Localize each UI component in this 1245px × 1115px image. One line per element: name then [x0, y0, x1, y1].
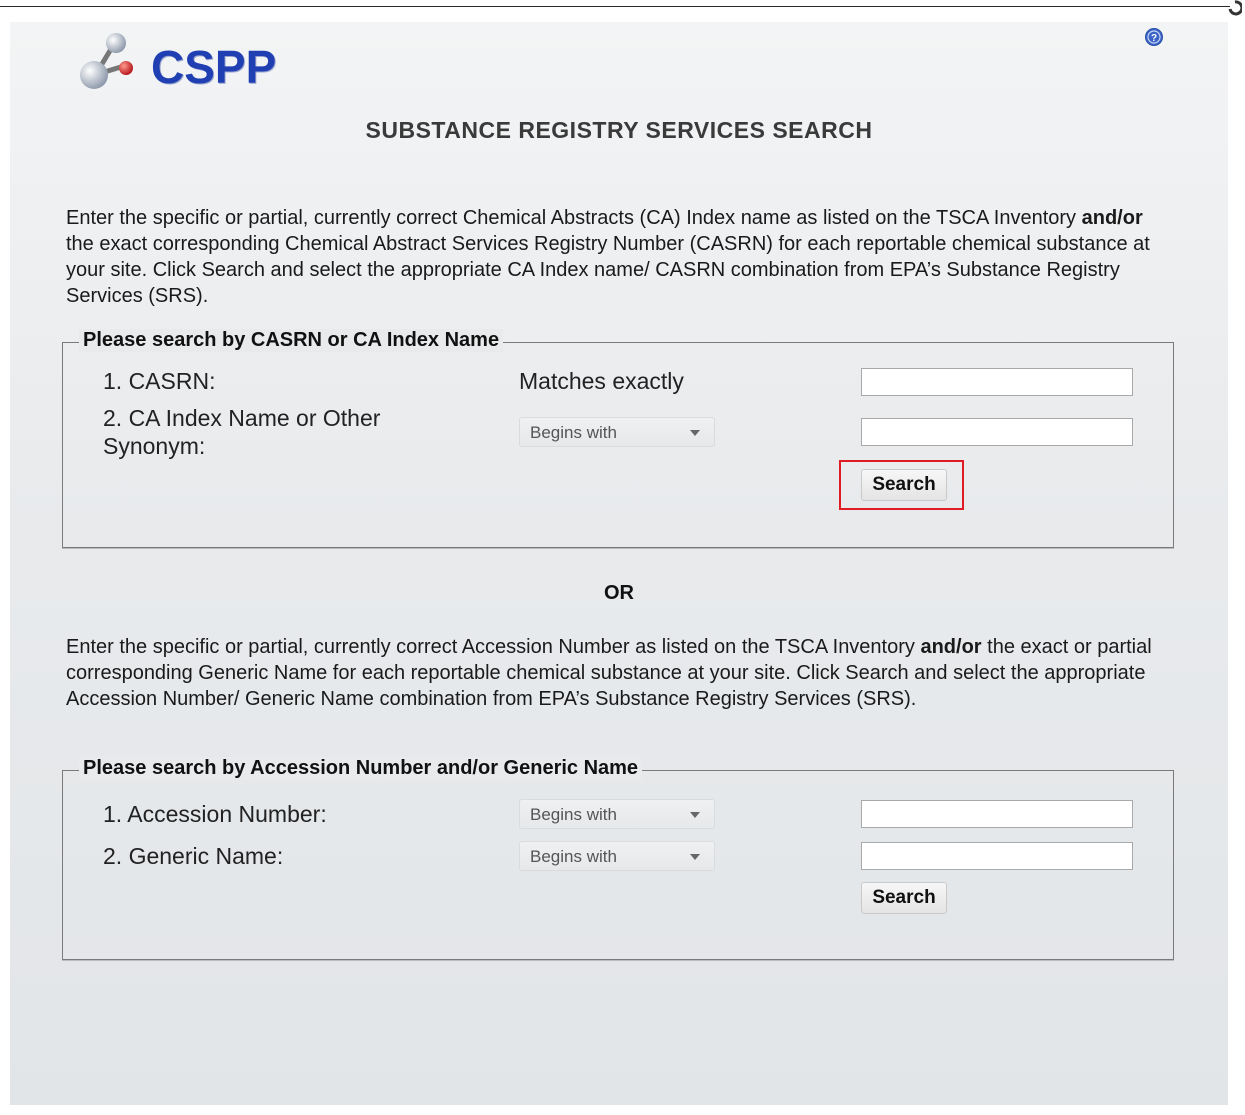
srs-search-panel: CSPP ? SUBSTANCE REGISTRY SERVICES SEARC… — [10, 22, 1228, 1105]
accession-search-fieldset: Please search by Accession Number and/or… — [62, 757, 1174, 960]
select-value: Begins with — [530, 847, 617, 866]
casrn-input[interactable] — [861, 368, 1133, 396]
instructions-bold-text: and/or — [1081, 207, 1143, 229]
chevron-down-icon — [690, 812, 700, 818]
instructions-bold-text: and/or — [920, 636, 982, 658]
ca-index-name-label: 2. CA Index Name or Other Synonym: — [103, 405, 381, 459]
fieldset-legend: Please search by Accession Number and/or… — [79, 757, 643, 780]
or-divider: OR — [604, 582, 634, 604]
corner-loading-icon — [1228, 0, 1242, 16]
window-top-border — [0, 0, 1245, 10]
instructions-text: the exact corresponding Chemical Abstrac… — [66, 233, 1150, 307]
fieldset-legend: Please search by CASRN or CA Index Name — [79, 329, 504, 352]
casrn-match-type: Matches exactly — [519, 368, 684, 394]
select-value: Begins with — [530, 805, 617, 824]
chevron-down-icon — [690, 854, 700, 860]
search-button-highlight — [839, 460, 964, 510]
generic-name-label: 2. Generic Name: — [103, 843, 284, 869]
generic-name-input[interactable] — [861, 842, 1133, 870]
generic-name-match-select[interactable]: Begins with — [519, 841, 715, 871]
instructions-text: Enter the specific or partial, currently… — [66, 636, 921, 658]
instructions-text: Enter the specific or partial, currently… — [66, 207, 1082, 229]
casrn-search-fieldset: Please search by CASRN or CA Index Name … — [62, 329, 1174, 548]
cspp-logo: CSPP — [78, 28, 308, 93]
chevron-down-icon — [690, 430, 700, 436]
ca-index-name-match-select[interactable]: Begins with — [519, 417, 715, 447]
accession-number-input[interactable] — [861, 800, 1133, 828]
help-icon[interactable]: ? — [1145, 28, 1163, 46]
accession-number-label: 1. Accession Number: — [103, 801, 327, 827]
casrn-label: 1. CASRN: — [103, 368, 216, 394]
accession-number-match-select[interactable]: Begins with — [519, 799, 715, 829]
page-title: SUBSTANCE REGISTRY SERVICES SEARCH — [365, 117, 873, 143]
casrn-instructions: Enter the specific or partial, currently… — [66, 205, 1176, 309]
accession-instructions: Enter the specific or partial, currently… — [66, 634, 1176, 712]
logo-text: CSPP — [151, 41, 277, 93]
molecule-icon — [80, 33, 133, 89]
accession-search-button[interactable]: Search — [861, 882, 947, 914]
ca-index-name-input[interactable] — [861, 418, 1133, 446]
select-value: Begins with — [530, 423, 617, 442]
svg-text:?: ? — [1151, 33, 1157, 44]
